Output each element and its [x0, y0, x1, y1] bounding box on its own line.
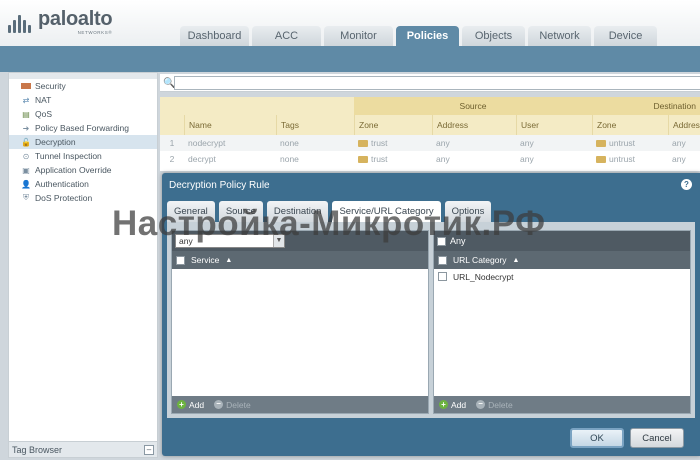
logo: paloalto NETWORKS® — [8, 8, 113, 35]
url-list-header: URL Category ▲ — [434, 251, 690, 269]
tab-policies[interactable]: Policies — [396, 26, 459, 46]
sidebar-item-app-override[interactable]: ▣ Application Override — [9, 163, 157, 177]
subheader-band — [0, 46, 700, 72]
rule-tags: none — [276, 135, 354, 151]
select-all-checkbox[interactable] — [176, 255, 185, 265]
sidebar-item-qos[interactable]: ▤ QoS — [9, 107, 157, 121]
col-source-zone[interactable]: Zone — [354, 115, 432, 135]
rule-source-address: any — [432, 135, 516, 151]
sidebar-item-dos[interactable]: ⛨ DoS Protection — [9, 191, 157, 205]
ok-button[interactable]: OK — [570, 428, 624, 448]
col-tags[interactable]: Tags — [276, 115, 354, 135]
col-destination-address[interactable]: Address — [668, 115, 700, 135]
url-delete-button[interactable]: – Delete — [476, 400, 513, 410]
add-icon: + — [439, 400, 448, 409]
tab-network[interactable]: Network — [528, 26, 591, 46]
url-pane-footer: + Add – Delete — [434, 396, 690, 413]
authentication-icon: 👤 — [21, 179, 31, 189]
main-tabs: Dashboard ACC Monitor Policies Objects N… — [180, 26, 657, 46]
filter-bar: 🔍 — [160, 74, 700, 92]
sidebar-item-tunnel[interactable]: ⊙ Tunnel Inspection — [9, 149, 157, 163]
nat-icon: ⇄ — [22, 95, 30, 105]
sidebar-item-nat[interactable]: ⇄ NAT — [9, 93, 157, 107]
rules-table: Source Destination Name Tags Zone Addres… — [160, 97, 700, 171]
delete-icon: – — [214, 400, 224, 409]
sidebar-item-authentication[interactable]: 👤 Authentication — [9, 177, 157, 191]
logo-mark-icon — [8, 9, 34, 33]
zone-icon — [596, 139, 606, 147]
rule-name[interactable]: decrypt — [184, 151, 276, 167]
sort-asc-icon: ▲ — [225, 256, 233, 264]
rule-source-user: any — [516, 151, 592, 167]
group-destination: Destination — [592, 97, 700, 115]
row-checkbox[interactable] — [438, 272, 447, 281]
rule-source-zone: trust — [354, 135, 432, 151]
help-icon[interactable]: ? — [681, 179, 692, 190]
policy-sidebar: Security ⇄ NAT ▤ QoS ➜ Policy Based Forward… — [8, 72, 158, 458]
zone-icon — [358, 139, 368, 147]
rule-destination-zone: untrust — [592, 151, 668, 167]
pbf-icon: ➜ — [22, 123, 30, 133]
col-name[interactable]: Name — [184, 115, 276, 135]
rule-source-user: any — [516, 135, 592, 151]
service-delete-button[interactable]: – Delete — [214, 400, 251, 410]
url-add-button[interactable]: + Add — [439, 400, 466, 410]
tab-device[interactable]: Device — [594, 26, 657, 46]
app-override-icon: ▣ — [22, 165, 30, 175]
col-source-address[interactable]: Address — [432, 115, 516, 135]
tunnel-icon: ⊙ — [22, 151, 30, 161]
rule-name[interactable]: nodecrypt — [184, 135, 276, 151]
tab-dashboard[interactable]: Dashboard — [180, 26, 249, 46]
service-column-label[interactable]: Service — [191, 255, 219, 265]
tab-monitor[interactable]: Monitor — [324, 26, 393, 46]
zone-icon — [596, 155, 606, 163]
col-destination-zone[interactable]: Zone — [592, 115, 668, 135]
logo-name: paloalto — [38, 8, 113, 30]
zone-icon — [358, 155, 368, 163]
row-number: 2 — [160, 151, 184, 167]
security-icon — [21, 83, 31, 89]
url-category-pane: Any URL Category ▲ URL_Nodecrypt + Add – D… — [433, 230, 691, 414]
decryption-icon: 🔓 — [21, 137, 31, 147]
dialog-body: any ▼ Service ▲ + Add – Delete Any URL C… — [167, 222, 695, 418]
tab-objects[interactable]: Objects — [462, 26, 525, 46]
rule-source-zone: trust — [354, 151, 432, 167]
delete-icon: – — [476, 400, 486, 409]
rule-destination-zone: untrust — [592, 135, 668, 151]
row-number: 1 — [160, 135, 184, 151]
tab-acc[interactable]: ACC — [252, 26, 321, 46]
app-header: paloalto NETWORKS® Dashboard ACC Monitor… — [0, 0, 700, 46]
sidebar-item-pbf[interactable]: ➜ Policy Based Forwarding — [9, 121, 157, 135]
rule-tags: none — [276, 151, 354, 167]
select-all-checkbox[interactable] — [438, 255, 447, 265]
sort-asc-icon: ▲ — [512, 256, 520, 264]
url-column-label[interactable]: URL Category — [453, 255, 507, 265]
add-icon: + — [177, 400, 186, 409]
service-add-button[interactable]: + Add — [177, 400, 204, 410]
rule-source-address: any — [432, 151, 516, 167]
service-pane: any ▼ Service ▲ + Add – Delete — [171, 230, 429, 414]
service-list-header: Service ▲ — [172, 251, 428, 269]
dos-icon: ⛨ — [23, 193, 29, 202]
sidebar-item-decryption[interactable]: 🔓 Decryption — [9, 135, 157, 149]
collapse-icon[interactable]: – — [144, 445, 154, 455]
cancel-button[interactable]: Cancel — [630, 428, 684, 448]
list-item[interactable]: URL_Nodecrypt — [434, 269, 690, 284]
dialog-title: Decryption Policy Rule — [169, 180, 270, 191]
tag-browser[interactable]: Tag Browser – — [9, 441, 157, 457]
filter-input[interactable] — [174, 76, 700, 90]
service-pane-footer: + Add – Delete — [172, 396, 428, 413]
logo-subtitle: NETWORKS® — [77, 30, 113, 35]
col-source-user[interactable]: User — [516, 115, 592, 135]
group-source: Source — [354, 97, 592, 115]
qos-icon: ▤ — [22, 109, 30, 119]
sidebar-item-security[interactable]: Security — [9, 79, 157, 93]
watermark-text: Настройка-Микротик.РФ — [112, 204, 546, 243]
rule-destination-address: any — [668, 151, 700, 167]
rule-destination-address: any — [668, 135, 700, 151]
